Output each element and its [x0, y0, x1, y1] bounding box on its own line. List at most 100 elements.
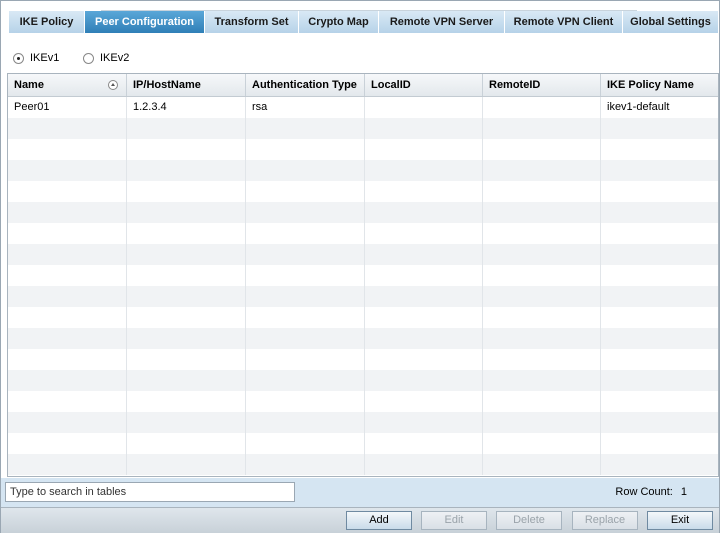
empty-cell	[246, 328, 365, 349]
edit-button[interactable]: Edit	[421, 511, 487, 530]
empty-cell	[365, 391, 483, 412]
empty-table-row	[8, 412, 718, 433]
empty-cell	[246, 118, 365, 139]
cell-localid	[365, 97, 483, 118]
tab-ike-policy[interactable]: IKE Policy	[9, 11, 85, 33]
empty-cell	[246, 433, 365, 454]
peer-table: Name IP/HostName Authentication Type Loc…	[7, 73, 719, 477]
cell-remoteid	[483, 97, 601, 118]
delete-button[interactable]: Delete	[496, 511, 562, 530]
empty-cell	[365, 139, 483, 160]
tab-transform-set[interactable]: Transform Set	[205, 11, 299, 33]
empty-cell	[246, 265, 365, 286]
empty-cell	[127, 454, 246, 475]
empty-cell	[601, 223, 718, 244]
empty-table-row	[8, 370, 718, 391]
ikev2-radio[interactable]: IKEv2	[83, 52, 129, 64]
table-footer: Row Count: 1	[1, 478, 719, 507]
empty-cell	[483, 202, 601, 223]
column-header-authentication-type[interactable]: Authentication Type	[246, 74, 365, 96]
empty-cell	[601, 160, 718, 181]
empty-cell	[246, 223, 365, 244]
column-header-ip-hostname[interactable]: IP/HostName	[127, 74, 246, 96]
tab-crypto-map[interactable]: Crypto Map	[299, 11, 379, 33]
replace-button[interactable]: Replace	[572, 511, 638, 530]
empty-cell	[8, 454, 127, 475]
tab-peer-configuration[interactable]: Peer Configuration	[85, 11, 205, 33]
tab-global-settings[interactable]: Global Settings	[623, 11, 719, 33]
empty-cell	[246, 391, 365, 412]
empty-cell	[127, 391, 246, 412]
empty-cell	[365, 160, 483, 181]
empty-cell	[8, 244, 127, 265]
empty-cell	[601, 328, 718, 349]
column-header-label: Name	[14, 79, 44, 91]
column-header-localid[interactable]: LocalID	[365, 74, 483, 96]
empty-cell	[601, 349, 718, 370]
empty-cell	[8, 286, 127, 307]
empty-cell	[8, 328, 127, 349]
exit-button[interactable]: Exit	[647, 511, 713, 530]
empty-cell	[601, 454, 718, 475]
empty-cell	[127, 160, 246, 181]
empty-table-row	[8, 433, 718, 454]
empty-cell	[127, 139, 246, 160]
add-button[interactable]: Add	[346, 511, 412, 530]
empty-cell	[365, 118, 483, 139]
empty-cell	[601, 307, 718, 328]
empty-table-row	[8, 454, 718, 475]
empty-cell	[8, 265, 127, 286]
tab-remote-vpn-client[interactable]: Remote VPN Client	[505, 11, 623, 33]
empty-cell	[127, 181, 246, 202]
empty-cell	[483, 181, 601, 202]
action-button-bar: Add Edit Delete Replace Exit	[1, 507, 719, 533]
empty-table-row	[8, 244, 718, 265]
empty-cell	[8, 202, 127, 223]
empty-cell	[246, 370, 365, 391]
sort-icon[interactable]	[108, 80, 118, 90]
empty-cell	[365, 202, 483, 223]
empty-cell	[365, 307, 483, 328]
table-body: Peer01 1.2.3.4 rsa ikev1-default	[8, 97, 718, 475]
empty-cell	[483, 244, 601, 265]
empty-cell	[365, 412, 483, 433]
empty-cell	[127, 412, 246, 433]
empty-cell	[483, 349, 601, 370]
empty-cell	[365, 454, 483, 475]
empty-cell	[246, 349, 365, 370]
table-search-input[interactable]	[5, 482, 295, 502]
empty-cell	[601, 286, 718, 307]
empty-cell	[127, 244, 246, 265]
empty-table-row	[8, 202, 718, 223]
empty-cell	[8, 223, 127, 244]
column-header-remoteid[interactable]: RemoteID	[483, 74, 601, 96]
empty-cell	[246, 286, 365, 307]
empty-cell	[8, 139, 127, 160]
empty-cell	[483, 370, 601, 391]
table-row[interactable]: Peer01 1.2.3.4 rsa ikev1-default	[8, 97, 718, 118]
empty-cell	[246, 202, 365, 223]
tab-remote-vpn-server[interactable]: Remote VPN Server	[379, 11, 505, 33]
empty-cell	[127, 202, 246, 223]
empty-cell	[601, 244, 718, 265]
empty-cell	[127, 307, 246, 328]
empty-table-row	[8, 160, 718, 181]
empty-cell	[8, 307, 127, 328]
row-count-label: Row Count:	[615, 486, 673, 498]
empty-cell	[127, 433, 246, 454]
empty-cell	[365, 244, 483, 265]
empty-cell	[601, 139, 718, 160]
column-header-name[interactable]: Name	[8, 74, 127, 96]
row-count-value: 1	[680, 486, 687, 498]
empty-cell	[246, 454, 365, 475]
empty-cell	[483, 118, 601, 139]
empty-cell	[483, 265, 601, 286]
empty-cell	[601, 202, 718, 223]
column-header-ike-policy-name[interactable]: IKE Policy Name	[601, 74, 718, 96]
ikev1-radio[interactable]: IKEv1	[13, 52, 59, 64]
empty-cell	[365, 433, 483, 454]
empty-table-row	[8, 391, 718, 412]
empty-cell	[127, 118, 246, 139]
empty-cell	[127, 328, 246, 349]
empty-cell	[483, 139, 601, 160]
